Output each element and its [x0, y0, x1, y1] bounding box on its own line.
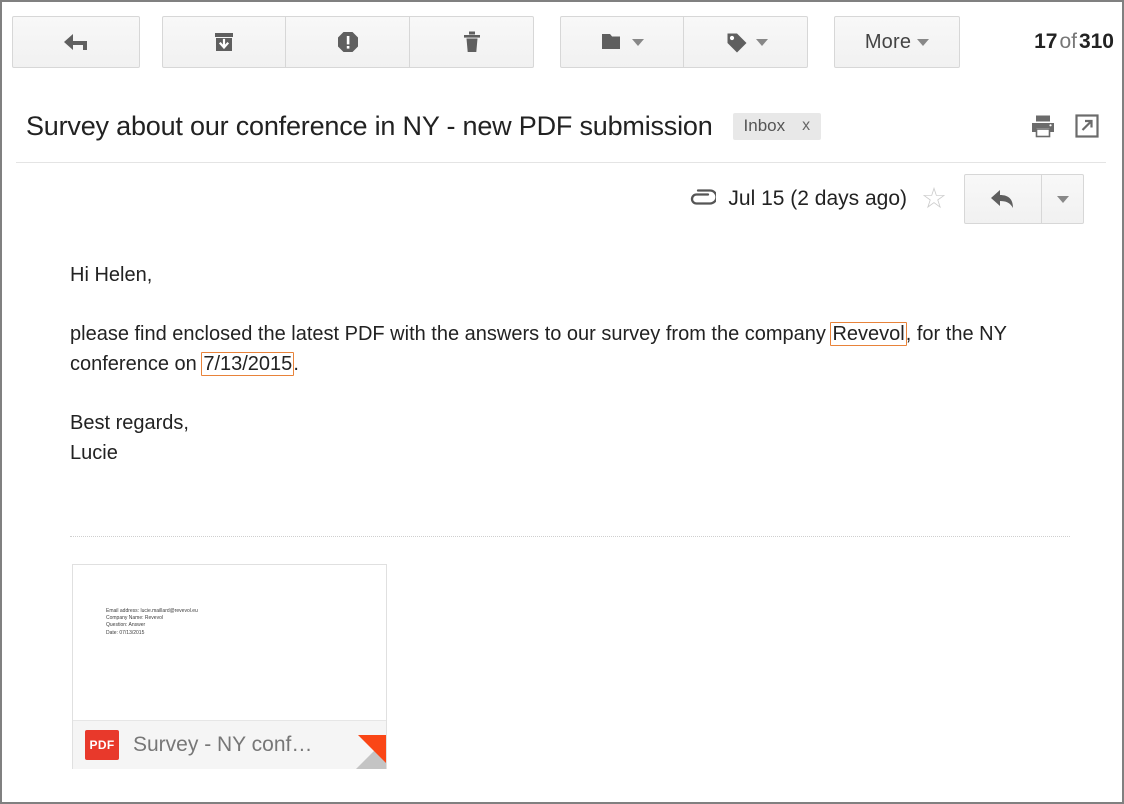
- attachment-info-bar: PDF Survey - NY conf…: [73, 720, 386, 769]
- body-greeting: Hi Helen,: [70, 264, 153, 286]
- message-date: Jul 15 (2 days ago): [728, 187, 907, 210]
- attachment-paperclip-icon: [686, 188, 717, 210]
- subject-divider: [16, 162, 1106, 163]
- label-chip-inbox: Inbox x: [732, 112, 822, 140]
- back-arrow-icon: [61, 29, 91, 55]
- attachment-preview: Email address: lucie.maillard@revevol.eu…: [73, 565, 386, 720]
- label-chip-text: Inbox: [743, 116, 786, 135]
- star-icon[interactable]: ☆: [921, 184, 947, 214]
- back-to-inbox-button[interactable]: [12, 16, 140, 68]
- reply-button-group: [964, 174, 1084, 224]
- message-meta-row: Jul 15 (2 days ago) ☆: [686, 174, 1084, 224]
- open-in-new-window-icon[interactable]: [1074, 113, 1100, 139]
- print-icon[interactable]: [1029, 113, 1057, 139]
- preview-line: Question: Answer: [106, 622, 146, 629]
- more-actions-button[interactable]: More: [834, 16, 960, 68]
- body-text-end: .: [293, 353, 299, 375]
- page-title: Survey about our conference in NY - new …: [26, 110, 713, 141]
- archive-button[interactable]: [162, 16, 286, 68]
- trash-icon: [459, 29, 485, 55]
- archive-icon: [211, 29, 237, 55]
- label-chip-remove-icon[interactable]: x: [802, 117, 810, 135]
- subject-row: Survey about our conference in NY - new …: [2, 90, 1122, 162]
- message-body: Hi Helen, please find enclosed the lates…: [70, 260, 1070, 468]
- delete-button[interactable]: [410, 16, 534, 68]
- body-paragraph: please find enclosed the latest PDF with…: [70, 319, 1070, 379]
- pdf-file-icon: PDF: [85, 730, 119, 760]
- preview-line: Company Name: Revevol: [106, 615, 163, 622]
- reply-caret-icon: [1056, 195, 1069, 203]
- move-to-folder-caret-icon: [632, 38, 644, 46]
- body-signoff: Best regards,: [70, 412, 189, 434]
- attachment-card[interactable]: Email address: lucie.maillard@revevol.eu…: [72, 564, 387, 769]
- labels-caret-icon: [755, 38, 768, 46]
- attachment-filename: Survey - NY conf…: [133, 733, 313, 756]
- more-actions-label: More: [864, 30, 912, 53]
- label-tag-icon: [724, 30, 750, 54]
- body-sender: Lucie: [70, 442, 118, 464]
- preview-line: Email address: lucie.maillard@revevol.eu: [106, 608, 198, 614]
- counter-separator: of: [1059, 30, 1077, 53]
- body-signature: Best regards, Lucie: [70, 408, 1070, 468]
- move-to-folder-button[interactable]: [560, 16, 684, 68]
- body-text-pre: please find enclosed the latest PDF with…: [70, 323, 832, 345]
- email-viewer-page: More 17of310 Survey about our conference…: [0, 0, 1124, 804]
- reply-options-button[interactable]: [1042, 174, 1084, 224]
- message-counter: 17of310: [1034, 30, 1114, 54]
- counter-total: 310: [1078, 30, 1114, 53]
- counter-current: 17: [1034, 30, 1058, 53]
- reply-button[interactable]: [964, 174, 1042, 224]
- subject-actions: [1029, 113, 1100, 139]
- more-caret-icon: [917, 38, 930, 46]
- folder-icon: [600, 30, 626, 54]
- attachment-separator: [70, 536, 1070, 537]
- highlighted-date: 7/13/2015: [201, 352, 295, 376]
- labels-button[interactable]: [684, 16, 808, 68]
- highlighted-company: Revevol: [830, 322, 907, 346]
- message-toolbar: More 17of310: [2, 2, 1122, 82]
- toolbar-group-organize: [560, 16, 808, 68]
- report-spam-button[interactable]: [286, 16, 410, 68]
- toolbar-group-actions: [162, 16, 534, 68]
- spam-octagon-icon: [335, 29, 361, 55]
- corner-fold-decoration: [328, 721, 386, 769]
- attachment-preview-text: Email address: lucie.maillard@revevol.eu…: [106, 608, 198, 637]
- preview-line: Date: 07/13/2015: [106, 629, 145, 636]
